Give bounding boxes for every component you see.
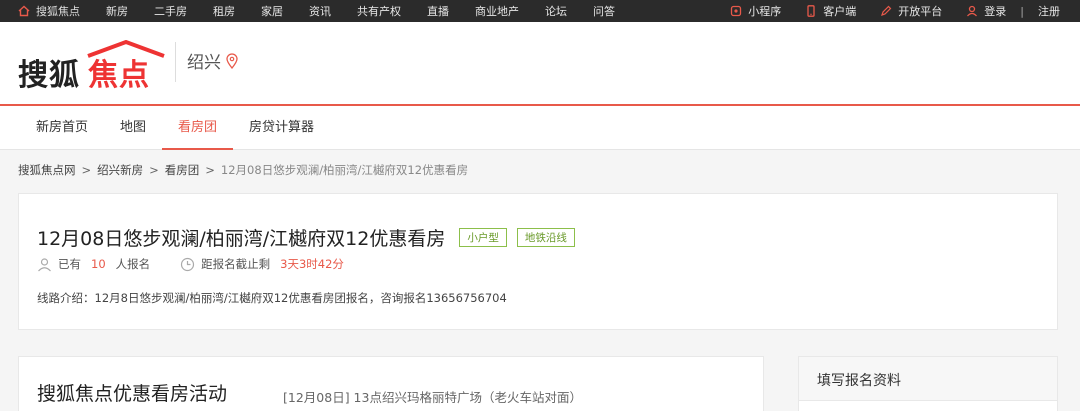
signup-number: 10 (91, 257, 106, 271)
city-name: 绍兴 (187, 53, 221, 73)
clock-icon (181, 257, 195, 271)
breadcrumb-item-sohu-focus[interactable]: 搜狐焦点网 (18, 162, 76, 178)
sub-nav-tabs: 新房首页 地图 看房团 房贷计算器 (20, 106, 330, 150)
top-nav-live[interactable]: 直播 (427, 3, 449, 19)
logo-text-focus: 焦点 (88, 58, 150, 93)
user-links: 登录 | 注册 (966, 3, 1060, 19)
site-header: 搜狐 焦点 绍兴 (0, 22, 1080, 106)
top-nav-news[interactable]: 资讯 (309, 3, 331, 19)
pen-icon (881, 5, 892, 16)
city-selector[interactable]: 绍兴 (187, 48, 239, 73)
site-logo[interactable]: 搜狐 焦点 (18, 38, 168, 93)
breadcrumb-item-house-tour[interactable]: 看房团 (165, 162, 200, 178)
person-icon (38, 257, 51, 271)
home-link[interactable]: 搜狐焦点 (18, 3, 80, 19)
tour-title: 12月08日悠步观澜/柏丽湾/江樾府双12优惠看房 (37, 228, 446, 250)
top-nav-qa[interactable]: 问答 (593, 3, 615, 19)
deadline-value: 3天3时42分 (280, 257, 344, 271)
top-nav-second-hand[interactable]: 二手房 (154, 3, 187, 19)
top-nav-left: 搜狐焦点 新房 二手房 租房 家居 资讯 共有产权 直播 商业地产 论坛 问答 (18, 0, 641, 22)
signup-suffix: 人报名 (115, 257, 151, 271)
miniprogram-icon (731, 5, 742, 17)
tour-meta-row: 已有 10 人报名 距报名截止剩 3天3时42分 (37, 256, 374, 272)
top-nav-commercial[interactable]: 商业地产 (475, 3, 519, 19)
login-separator: | (1020, 4, 1024, 18)
top-nav-home-deco[interactable]: 家居 (261, 3, 283, 19)
tab-house-tour[interactable]: 看房团 (162, 106, 234, 150)
breadcrumb-arrow: > (81, 163, 92, 177)
tag-metro-line: 地铁沿线 (516, 228, 575, 247)
tour-title-row: 12月08日悠步观澜/柏丽湾/江樾府双12优惠看房 小户型 地铁沿线 (37, 224, 575, 251)
top-nav-rent[interactable]: 租房 (213, 3, 235, 19)
phone-icon (807, 5, 815, 17)
login-link[interactable]: 登录 (984, 3, 1006, 19)
header-divider (175, 42, 176, 82)
tab-loan-calculator[interactable]: 房贷计算器 (233, 106, 330, 150)
tag-small-unit: 小户型 (459, 228, 507, 247)
home-icon (18, 5, 30, 17)
breadcrumb-arrow: > (149, 163, 159, 177)
top-nav-forum[interactable]: 论坛 (545, 3, 567, 19)
sub-navigation: 新房首页 地图 看房团 房贷计算器 (0, 106, 1080, 150)
location-pin-icon (226, 52, 238, 69)
route-description: 线路介绍：12月8日悠步观澜/柏丽湾/江樾府双12优惠看房团报名，咨询报名136… (37, 291, 507, 305)
top-nav-right: 小程序 客户端 开放平台 登录 | 注册 (706, 0, 1060, 22)
signup-form-title: 填写报名资料 (817, 373, 901, 389)
breadcrumb-current: 12月08日悠步观澜/柏丽湾/江樾府双12优惠看房 (220, 163, 469, 177)
open-platform-link[interactable]: 开放平台 (880, 3, 942, 19)
signup-count: 已有 10 人报名 (37, 256, 150, 272)
client-label: 客户端 (823, 5, 857, 18)
top-nav-new-house[interactable]: 新房 (106, 3, 128, 19)
activity-title: 搜狐焦点优惠看房活动 (37, 383, 228, 405)
register-link[interactable]: 注册 (1038, 3, 1060, 19)
home-label: 搜狐焦点 (36, 5, 80, 18)
top-navigation-bar: 搜狐焦点 新房 二手房 租房 家居 资讯 共有产权 直播 商业地产 论坛 问答 … (0, 0, 1080, 22)
tab-new-house-home[interactable]: 新房首页 (20, 106, 104, 150)
signup-form-card: 填写报名资料 (798, 356, 1058, 411)
signup-prefix: 已有 (58, 257, 81, 271)
tab-map[interactable]: 地图 (104, 106, 162, 150)
breadcrumb-arrow: > (205, 163, 215, 177)
breadcrumb: 搜狐焦点网 > 绍兴新房 > 看房团 > 12月08日悠步观澜/柏丽湾/江樾府双… (18, 162, 468, 178)
breadcrumb-item-shaoxing-new-house[interactable]: 绍兴新房 (97, 162, 143, 178)
top-nav-shared-property[interactable]: 共有产权 (357, 3, 401, 19)
miniprogram-link[interactable]: 小程序 (730, 3, 781, 19)
signup-deadline: 距报名截止剩 3天3时42分 (180, 256, 344, 272)
activity-subtitle: [12月08日] 13点绍兴玛格丽特广场（老火车站对面） (283, 390, 582, 405)
activity-card: 搜狐焦点优惠看房活动 [12月08日] 13点绍兴玛格丽特广场（老火车站对面） (18, 356, 764, 411)
logo-text-sohu: 搜狐 (18, 58, 80, 93)
client-link[interactable]: 客户端 (805, 3, 856, 19)
deadline-label: 距报名截止剩 (201, 257, 271, 271)
signup-form-header: 填写报名资料 (799, 357, 1057, 401)
tour-info-card: 12月08日悠步观澜/柏丽湾/江樾府双12优惠看房 小户型 地铁沿线 已有 10 人… (18, 193, 1058, 330)
miniprogram-label: 小程序 (748, 5, 782, 18)
open-platform-label: 开放平台 (898, 5, 943, 18)
user-icon (967, 5, 978, 17)
